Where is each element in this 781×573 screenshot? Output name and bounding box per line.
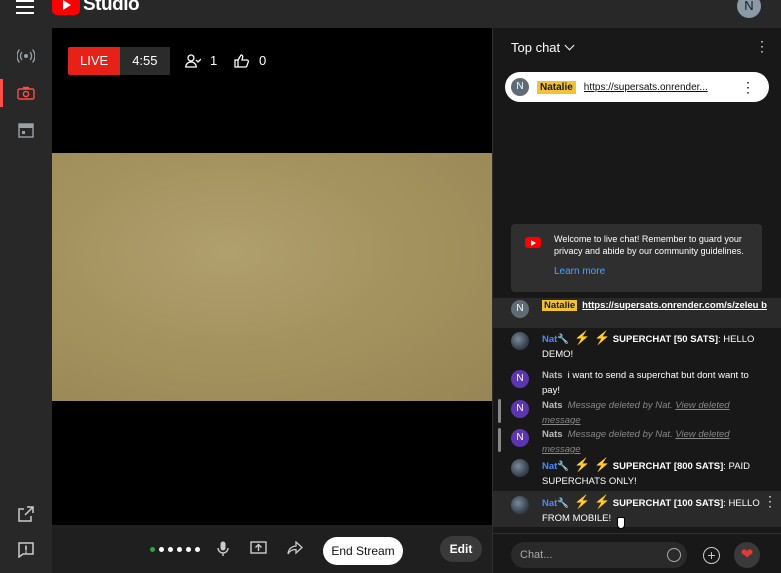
like-count: 0 <box>234 53 266 68</box>
pinned-link[interactable]: https://supersats.onrender... <box>584 82 724 93</box>
chat-input-bar: + ❤ <box>493 533 781 573</box>
calendar-icon[interactable] <box>0 112 52 148</box>
chat-mode-dropdown[interactable]: Top chat <box>511 40 573 55</box>
message-text: i want to send a superchat but dont want… <box>542 370 749 396</box>
brand-name: Studio <box>83 0 140 15</box>
chat-message[interactable]: N Natalie https://supersats.onrender.com/… <box>493 298 781 328</box>
share-icon[interactable] <box>287 541 303 555</box>
menu-icon[interactable] <box>16 0 34 14</box>
add-icon[interactable]: + <box>703 547 720 564</box>
superchat-label: SUPERCHAT [50 SATS] <box>612 334 718 345</box>
welcome-text: Welcome to live chat! Remember to guard … <box>554 234 744 256</box>
avatar <box>511 459 529 477</box>
message-author: Nats <box>542 429 563 440</box>
microphone-icon[interactable] <box>217 541 229 557</box>
message-link[interactable]: https://supersats.onrender.com/s/zeleu b <box>582 300 767 311</box>
chat-message[interactable]: Nat🔧 ⚡ ⚡ SUPERCHAT [800 SATS]: PAID SUPER… <box>493 457 781 489</box>
emoji-icon[interactable] <box>667 548 681 562</box>
live-status: LIVE 4:55 <box>68 47 170 75</box>
chat-message[interactable]: N Nats Message deleted by Nat. View delet… <box>493 398 781 428</box>
chat-input[interactable] <box>511 542 687 568</box>
deleted-text: Message deleted by Nat. <box>567 400 673 411</box>
elapsed-time: 4:55 <box>120 47 170 75</box>
avatar <box>511 496 529 514</box>
message-menu-icon[interactable]: ⋮ <box>763 494 777 509</box>
welcome-banner: Welcome to live chat! Remember to guard … <box>511 224 762 292</box>
viewers-value: 1 <box>210 53 218 68</box>
avatar: N <box>511 429 529 447</box>
mouse-cursor-icon <box>617 517 625 529</box>
message-author: Nat🔧 <box>542 461 570 472</box>
superchat-label: SUPERCHAT [800 SATS] <box>612 461 724 472</box>
left-nav <box>0 28 52 573</box>
chat-message[interactable]: Nat🔧 ⚡ ⚡ SUPERCHAT [50 SATS]: HELLO DEMO! <box>493 330 781 362</box>
likes-value: 0 <box>259 53 267 68</box>
viewers-icon <box>185 53 201 68</box>
chat-message[interactable]: Nat🔧 ⚡ ⚡ SUPERCHAT [100 SATS]: HELLO FROM… <box>493 491 781 527</box>
live-chat-panel: Top chat ⋮ N Natalie https://supersats.o… <box>492 28 781 573</box>
stream-controls: End Stream Edit <box>52 525 492 573</box>
deleted-text: Message deleted by Nat. <box>567 429 673 440</box>
pinned-author: Natalie <box>537 80 576 94</box>
thumbs-up-icon <box>234 53 250 68</box>
pinned-menu-icon[interactable]: ⋮ <box>741 79 755 96</box>
studio-logo[interactable]: Studio <box>52 0 140 16</box>
lightning-icon: ⚡ ⚡ <box>574 494 611 509</box>
chat-header: Top chat ⋮ <box>493 28 781 64</box>
stream-preview: LIVE 4:55 1 0 <box>52 28 492 525</box>
live-icon[interactable] <box>0 38 52 74</box>
heart-icon[interactable]: ❤ <box>734 542 760 568</box>
top-bar: Studio N <box>0 0 781 28</box>
lightning-icon: ⚡ ⚡ <box>574 330 611 345</box>
pinned-message[interactable]: N Natalie https://supersats.onrender... … <box>505 72 769 102</box>
avatar: N <box>511 78 529 96</box>
avatar <box>511 332 529 350</box>
learn-more-link[interactable]: Learn more <box>554 266 605 277</box>
chat-message[interactable]: N Nats Message deleted by Nat. View delet… <box>493 427 781 457</box>
message-author: Nat🔧 <box>542 498 570 509</box>
avatar: N <box>511 400 529 418</box>
superchat-label: SUPERCHAT [100 SATS] <box>612 498 724 509</box>
feedback-icon[interactable] <box>0 532 52 568</box>
avatar: N <box>511 370 529 388</box>
camera-feed <box>52 153 492 401</box>
lightning-icon: ⚡ ⚡ <box>574 457 611 472</box>
screen-share-icon[interactable] <box>250 541 267 555</box>
external-link-icon[interactable] <box>0 496 52 532</box>
audio-level-meter <box>150 547 204 552</box>
camera-icon[interactable] <box>0 75 52 111</box>
message-author: Nat🔧 <box>542 334 570 345</box>
youtube-icon <box>525 237 541 248</box>
youtube-logo-icon <box>52 0 80 15</box>
edit-button[interactable]: Edit <box>440 536 482 562</box>
message-author: Nats <box>542 370 563 381</box>
chat-menu-icon[interactable]: ⋮ <box>755 38 769 55</box>
chat-message[interactable]: N Nats i want to send a superchat but don… <box>493 368 781 398</box>
account-avatar[interactable]: N <box>737 0 761 18</box>
live-badge: LIVE <box>68 47 121 75</box>
viewer-count: 1 <box>185 53 217 68</box>
message-author: Nats <box>542 400 563 411</box>
avatar: N <box>511 300 529 318</box>
message-author: Natalie <box>542 300 578 311</box>
end-stream-button[interactable]: End Stream <box>323 537 403 565</box>
